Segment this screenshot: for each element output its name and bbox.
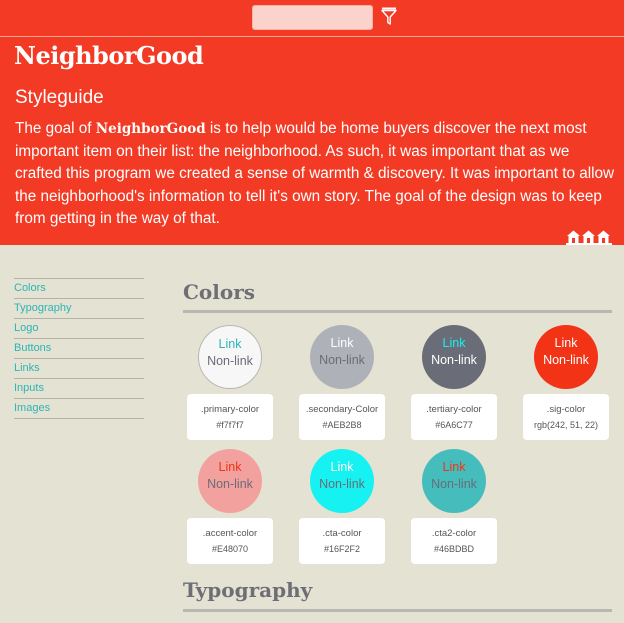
swatch-link-sample[interactable]: Link [534,336,598,350]
color-value: #16F2F2 [323,544,361,554]
color-swatch: Link Non-link [198,325,262,389]
color-value: #46BDBD [433,544,475,554]
swatch-link-sample[interactable]: Link [422,460,486,474]
color-swatch: Link Non-link [534,325,598,389]
hero-header: NeighborGood Styleguide The goal of Neig… [0,37,624,245]
swatch-link-sample[interactable]: Link [310,460,374,474]
color-class-name: .cta-color [322,528,362,539]
houses-icon [566,230,612,245]
page-subtitle: Styleguide [15,87,104,108]
color-class-name: .cta2-color [431,528,477,539]
color-info-card: .cta-color #16F2F2 [299,518,385,564]
color-class-name: .secondary-Color [305,404,379,415]
color-info-card: .primary-color #f7f7f7 [187,394,273,440]
color-value: #E48070 [211,544,249,554]
nav-item-typography[interactable]: Typography [14,299,144,319]
color-swatch: Link Non-link [310,449,374,513]
color-swatch: Link Non-link [422,325,486,389]
swatch-nonlink-sample: Non-link [207,354,253,368]
swatch-nonlink-sample: Non-link [543,353,589,367]
swatch-link-sample[interactable]: Link [422,336,486,350]
color-class-name: .primary-color [200,404,260,415]
color-value: #AEB2B8 [322,420,362,430]
intro-paragraph: The goal of NeighborGood is to help woul… [15,118,615,231]
colors-heading: Colors [183,280,255,304]
swatch-nonlink-sample: Non-link [431,477,477,491]
color-info-card: .accent-color #E48070 [187,518,273,564]
color-class-name: .accent-color [202,528,258,539]
intro-brand-name: NeighborGood [95,121,206,137]
nav-item-links[interactable]: Links [14,359,144,379]
swatch-nonlink-sample: Non-link [319,477,365,491]
typography-divider [183,609,612,612]
search-input[interactable] [252,5,373,30]
swatch-nonlink-sample: Non-link [319,353,365,367]
nav-item-buttons[interactable]: Buttons [14,339,144,359]
nav-item-images[interactable]: Images [14,399,144,419]
nav-item-logo[interactable]: Logo [14,319,144,339]
styleguide-nav: Colors Typography Logo Buttons Links Inp… [14,278,144,419]
swatch-nonlink-sample: Non-link [431,353,477,367]
swatch-link-sample[interactable]: Link [310,336,374,350]
swatch-link-sample[interactable]: Link [198,460,262,474]
top-bar [0,0,624,37]
color-info-card: .sig-color rgb(242, 51, 22) [523,394,609,440]
color-class-name: .sig-color [546,404,586,415]
intro-text-start: The goal of [15,120,96,137]
color-swatch: Link Non-link [310,325,374,389]
color-swatch: Link Non-link [198,449,262,513]
color-value: #f7f7f7 [216,420,244,430]
nav-item-colors[interactable]: Colors [14,279,144,299]
color-info-card: .tertiary-color #6A6C77 [411,394,497,440]
swatch-nonlink-sample: Non-link [207,477,253,491]
nav-item-inputs[interactable]: Inputs [14,379,144,399]
colors-divider [183,310,612,313]
brand-logo: NeighborGood [14,41,204,70]
color-value: rgb(242, 51, 22) [533,420,599,430]
color-info-card: .secondary-Color #AEB2B8 [299,394,385,440]
color-info-card: .cta2-color #46BDBD [411,518,497,564]
color-value: #6A6C77 [435,420,473,430]
filter-icon[interactable] [381,7,397,25]
typography-heading: Typography [183,578,313,602]
color-class-name: .tertiary-color [426,404,482,415]
color-swatch: Link Non-link [422,449,486,513]
swatch-link-sample[interactable]: Link [199,337,261,351]
